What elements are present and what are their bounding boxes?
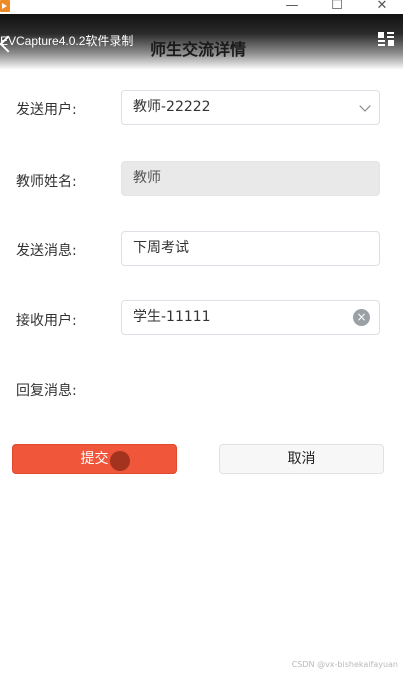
submit-button[interactable]: 提交 xyxy=(12,444,177,474)
submit-button-label: 提交 xyxy=(80,451,109,467)
window-titlebar: — ☐ ✕ xyxy=(0,0,403,14)
receive-user-label: 接收用户: xyxy=(16,313,77,329)
send-message-label: 发送消息: xyxy=(16,243,77,259)
send-message-value: 下周考试 xyxy=(133,240,189,256)
minimize-button[interactable]: — xyxy=(277,0,307,14)
maximize-button[interactable]: ☐ xyxy=(322,0,352,14)
capture-watermark-label: EVCapture4.0.2软件录制 xyxy=(0,34,134,48)
send-message-input[interactable]: 下周考试 xyxy=(121,231,380,266)
clear-circle-icon[interactable]: × xyxy=(353,309,370,326)
receive-user-value: 学生-11111 xyxy=(133,309,211,325)
page-title: 师生交流详情 xyxy=(150,40,247,59)
teacher-name-label: 教师姓名: xyxy=(16,174,77,190)
teacher-name-value: 教师 xyxy=(133,170,161,186)
cursor-click-indicator xyxy=(110,451,130,471)
csdn-watermark: CSDN @vx-bishekaifayuan xyxy=(291,660,398,669)
close-button[interactable]: ✕ xyxy=(367,0,397,14)
reply-message-label: 回复消息: xyxy=(16,383,77,399)
chevron-down-icon xyxy=(359,100,371,112)
app-logo-icon xyxy=(0,0,10,12)
page-header: EVCapture4.0.2软件录制 师生交流详情 xyxy=(0,14,403,70)
app-window: — ☐ ✕ EVCapture4.0.2软件录制 师生交流详情 发送用户: 教师… xyxy=(0,0,403,677)
send-user-select[interactable]: 教师-22222 xyxy=(121,90,380,125)
send-user-label: 发送用户: xyxy=(16,102,77,118)
grid-menu-icon[interactable] xyxy=(378,32,394,46)
receive-user-select[interactable]: 学生-11111 × xyxy=(121,300,380,335)
cancel-button-label: 取消 xyxy=(287,451,316,467)
teacher-name-field: 教师 xyxy=(121,161,380,196)
send-user-value: 教师-22222 xyxy=(133,99,211,115)
cancel-button[interactable]: 取消 xyxy=(219,444,384,474)
